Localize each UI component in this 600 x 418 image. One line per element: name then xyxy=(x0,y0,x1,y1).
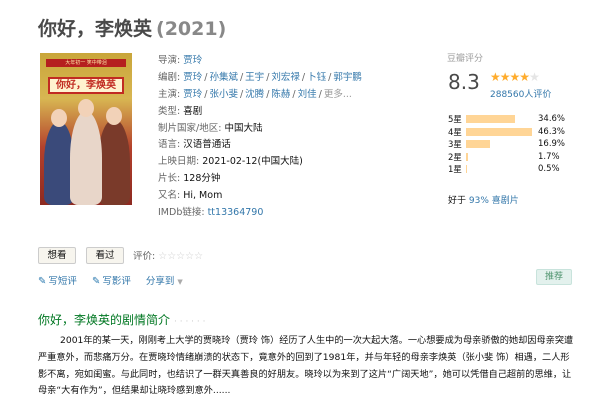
rating-bar-row: 5星 34.6% xyxy=(448,114,566,126)
cast-more-link[interactable]: 更多... xyxy=(324,89,352,100)
aka-value: Hi, Mom xyxy=(183,190,223,202)
poster-title: 你好，李焕英 xyxy=(48,77,124,94)
genre-value: 喜剧 xyxy=(183,105,203,117)
user-rating: 评价: ☆☆☆☆☆ xyxy=(133,248,203,262)
write-short-review-link[interactable]: ✎ 写短评 xyxy=(38,276,77,287)
rating-bar-row: 3星 16.9% xyxy=(448,139,566,151)
better-than: 好于 93% 喜剧片 xyxy=(448,196,519,206)
rating-stars: ★★★★★ xyxy=(490,70,540,84)
info-aka: 又名: Hi, Mom xyxy=(158,190,223,202)
info-genre: 类型: 喜剧 xyxy=(158,105,203,117)
star-icon: ★ xyxy=(490,70,501,84)
rating-score: 8.3 xyxy=(448,70,480,94)
star-icon: ★ xyxy=(499,70,511,84)
star-icon: ★ xyxy=(519,70,530,84)
pencil-icon: ✎ xyxy=(38,276,47,287)
poster-figure xyxy=(98,119,130,205)
cast-link[interactable]: 贾玲 xyxy=(183,89,202,100)
rate-star-icon[interactable]: ☆ xyxy=(185,251,194,262)
rating-bar xyxy=(466,140,491,149)
writer-link[interactable]: 卜钰 xyxy=(307,72,326,83)
writer-link[interactable]: 贾玲 xyxy=(183,72,202,83)
poster-banner: 大年初一 笑中带泪 xyxy=(46,59,126,67)
poster-figure-head xyxy=(78,99,94,117)
rating-votes-link[interactable]: 288560人评价 xyxy=(490,87,551,100)
want-to-watch-button[interactable]: 想看 xyxy=(38,247,76,264)
summary-text: 2001年的某一天，刚刚考上大学的贾晓玲（贾玲 饰）经历了人生中的一次大起大落。… xyxy=(38,333,576,400)
rating-bar xyxy=(466,115,516,124)
share-dropdown[interactable]: 分享到 ▼ xyxy=(146,276,183,287)
info-region: 制片国家/地区: 中国大陆 xyxy=(158,122,263,134)
poster-figure-head xyxy=(51,109,67,127)
rating-label: 豆瓣评分 xyxy=(447,54,484,64)
info-cast: 主演: 贾玲 / 张小斐 / 沈腾 / 陈赫 / 刘佳 / 更多... xyxy=(158,88,352,100)
movie-title: 你好，李焕英 (2021) xyxy=(38,14,226,41)
rate-star-icon[interactable]: ☆ xyxy=(167,251,176,262)
info-director: 导演: 贾玲 xyxy=(158,55,203,66)
rating-bar-row: 2星 1.7% xyxy=(448,151,560,163)
movie-name: 你好，李焕英 xyxy=(38,18,153,40)
rating-bar-row: 4星 46.3% xyxy=(448,126,566,138)
language-value: 汉语普通话 xyxy=(183,139,231,151)
rate-star-icon[interactable]: ☆ xyxy=(194,251,203,262)
cast-link[interactable]: 张小斐 xyxy=(209,89,238,100)
runtime-value: 128分钟 xyxy=(183,173,221,185)
imdb-link[interactable]: tt13364790 xyxy=(208,207,264,218)
movie-info: 导演: 贾玲 编剧: 贾玲 / 孙集斌 / 王宇 / 刘宏禄 / 卜钰 / 郭宇鹏 主演: 贾玲 / 张… xyxy=(158,53,362,222)
cast-link[interactable]: 陈赫 xyxy=(271,89,290,100)
release-value: 2021-02-12(中国大陆) xyxy=(202,156,303,168)
poster-figure xyxy=(70,111,102,205)
user-rating-label: 评价: xyxy=(133,251,156,262)
poster-figure-head xyxy=(106,107,122,125)
rating-bar xyxy=(466,165,467,174)
cast-link[interactable]: 沈腾 xyxy=(245,89,264,100)
recommend-button[interactable]: 推荐 xyxy=(536,269,572,285)
watched-button[interactable]: 看过 xyxy=(86,247,124,264)
info-release: 上映日期: 2021-02-12(中国大陆) xyxy=(158,156,303,168)
chevron-down-icon: ▼ xyxy=(177,278,183,286)
rating-distribution: 5星 34.6% 4星 46.3% 3星 16.9% 2星 1.7% 1星 0.… xyxy=(448,113,565,176)
pencil-icon: ✎ xyxy=(91,276,101,287)
cast-link[interactable]: 刘佳 xyxy=(298,89,317,100)
write-review-link[interactable]: ✎ 写影评 xyxy=(92,276,131,287)
summary-paragraph: 2001年的某一天，刚刚考上大学的贾晓玲（贾玲 饰）经历了人生中的一次大起大落。… xyxy=(38,335,574,397)
info-runtime: 片长: 128分钟 xyxy=(158,173,221,185)
star-icon: ★ xyxy=(509,70,521,84)
movie-year: (2021) xyxy=(156,18,227,40)
info-writers: 编剧: 贾玲 / 孙集斌 / 王宇 / 刘宏禄 / 卜钰 / 郭宇鹏 xyxy=(158,71,362,83)
rating-bar xyxy=(466,127,532,136)
writer-link[interactable]: 刘宏禄 xyxy=(271,72,300,83)
info-imdb: IMDb链接: tt13364790 xyxy=(158,207,264,219)
rating-bar-row: 1星 0.5% xyxy=(448,164,560,176)
rate-star-icon[interactable]: ☆ xyxy=(176,251,185,262)
region-value: 中国大陆 xyxy=(224,122,263,134)
summary-heading: 你好，李焕英的剧情简介 · · · · · · xyxy=(38,313,206,327)
action-links: ✎ 写短评 ✎ 写影评 分享到 ▼ xyxy=(38,273,195,287)
writer-link[interactable]: 王宇 xyxy=(245,72,264,83)
director-link[interactable]: 贾玲 xyxy=(183,55,202,66)
star-empty-icon: ★ xyxy=(529,70,540,84)
writer-link[interactable]: 孙集斌 xyxy=(209,72,238,83)
movie-poster[interactable]: 大年初一 笑中带泪 你好，李焕英 xyxy=(40,53,132,205)
writer-link[interactable]: 郭宇鹏 xyxy=(333,72,362,83)
rating-bar xyxy=(466,152,469,161)
better-than-link[interactable]: 93% 喜剧片 xyxy=(469,196,519,206)
info-language: 语言: 汉语普通话 xyxy=(158,139,231,151)
rate-star-icon[interactable]: ☆ xyxy=(158,251,167,262)
